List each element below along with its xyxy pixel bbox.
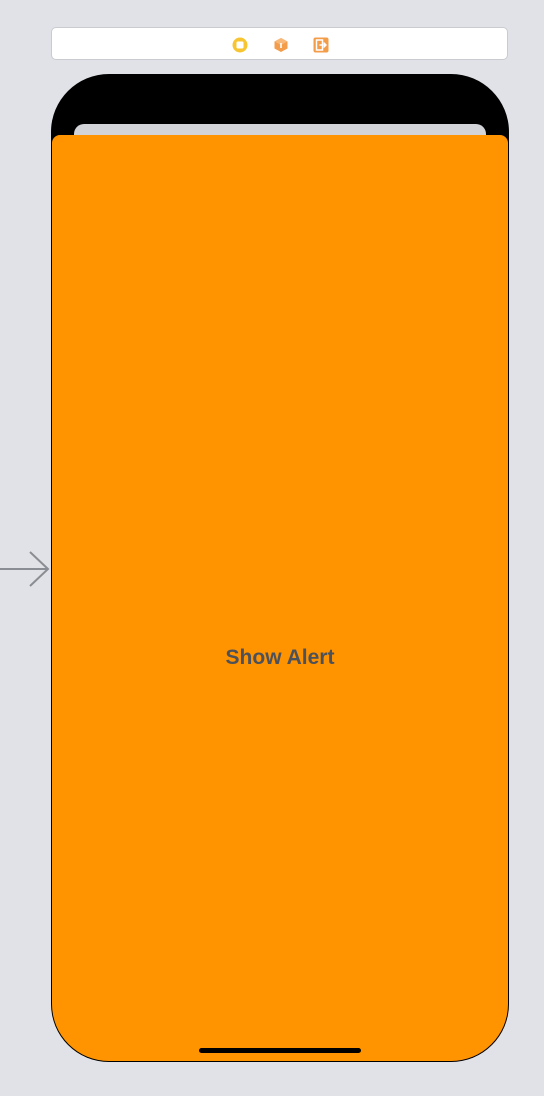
first-responder-icon[interactable] — [273, 37, 289, 53]
show-alert-button[interactable]: Show Alert — [52, 640, 508, 676]
scene-dock — [51, 27, 508, 60]
main-view[interactable]: Show Alert — [52, 135, 508, 1061]
entry-point-arrow-icon — [0, 551, 50, 587]
view-controller-icon[interactable] — [232, 37, 248, 53]
home-indicator — [199, 1048, 361, 1053]
device-frame: Show Alert — [51, 74, 509, 1062]
exit-icon[interactable] — [313, 37, 329, 53]
